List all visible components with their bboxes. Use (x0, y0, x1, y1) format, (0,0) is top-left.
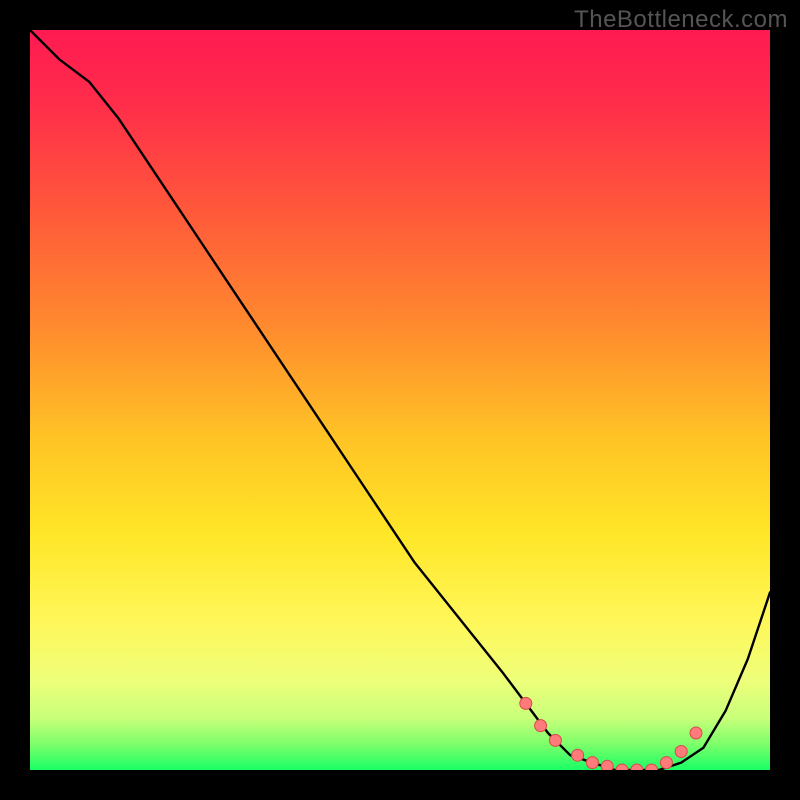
heat-gradient-background (30, 30, 770, 770)
data-marker (520, 697, 532, 709)
data-marker (586, 757, 598, 769)
data-marker (601, 760, 613, 770)
data-marker (690, 727, 702, 739)
bottleneck-curve-chart (30, 30, 770, 770)
data-marker (572, 749, 584, 761)
chart-frame: TheBottleneck.com (0, 0, 800, 800)
data-marker (660, 757, 672, 769)
data-marker (549, 734, 561, 746)
data-marker (675, 746, 687, 758)
data-marker (535, 720, 547, 732)
